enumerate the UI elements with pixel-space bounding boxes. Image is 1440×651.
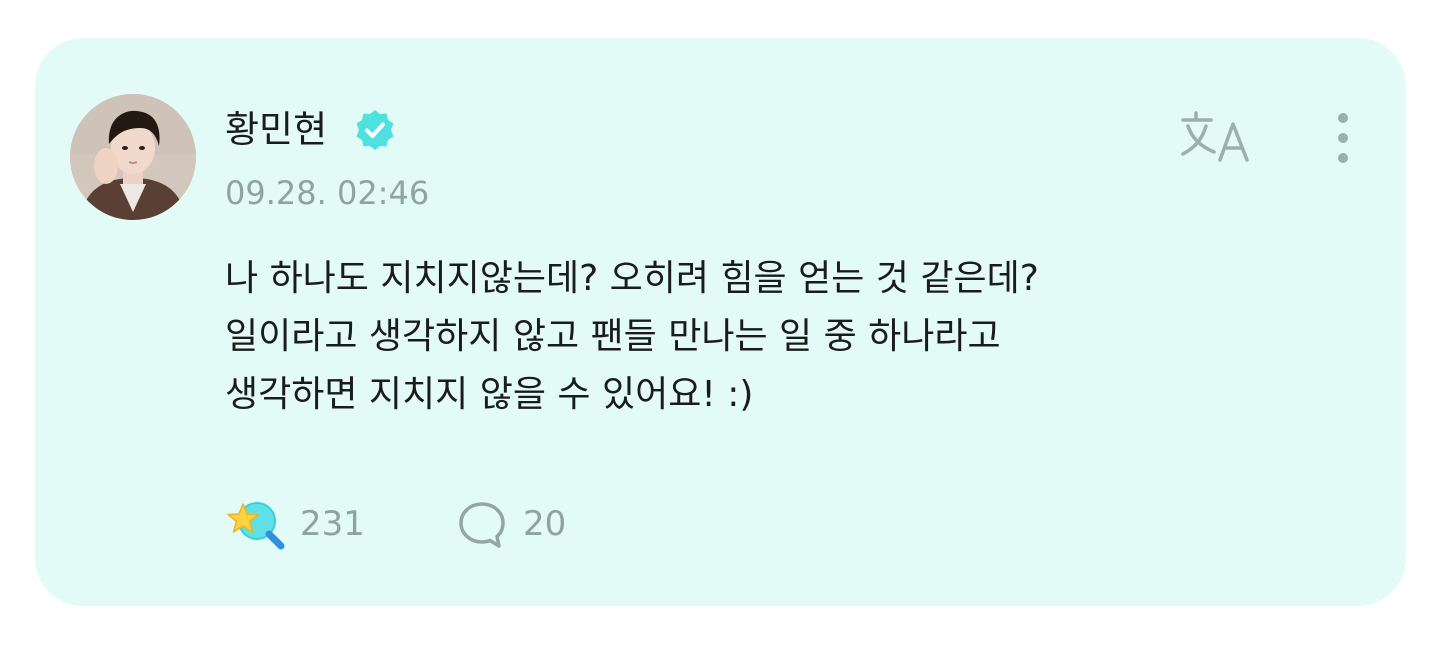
like-button[interactable]: 231 (225, 496, 375, 552)
comment-count: 20 (523, 504, 567, 544)
speech-bubble-icon (459, 502, 505, 548)
post-timestamp: 09.28. 02:46 (225, 174, 430, 212)
more-options-button[interactable] (1325, 108, 1361, 168)
star-lollipop-icon (227, 502, 285, 550)
post-body: 나 하나도 지치지않는데? 오히려 힘을 얻는 것 같은데? 일이라고 생각하지… (225, 250, 1345, 424)
post-body-line: 나 하나도 지치지않는데? 오히려 힘을 얻는 것 같은데? (225, 258, 1039, 299)
translate-button[interactable] (1180, 108, 1254, 166)
comment-button[interactable]: 20 (457, 496, 597, 552)
author-avatar[interactable] (70, 94, 196, 220)
post-body-line: 일이라고 생각하지 않고 팬들 만나는 일 중 하나라고 (225, 316, 1001, 357)
author-name[interactable]: 황민현 (225, 108, 327, 152)
avatar-photo (70, 94, 196, 220)
like-count: 231 (300, 504, 365, 544)
more-vertical-icon (1338, 113, 1348, 163)
verified-badge-icon (356, 110, 394, 150)
translate-icon (1181, 111, 1249, 162)
post-card: 황민현 09.28. 02:46 나 하나도 지치지않는데? 오히려 힘을 얻는… (35, 38, 1406, 606)
post-body-line: 생각하면 지치지 않을 수 있어요! :) (225, 374, 754, 415)
